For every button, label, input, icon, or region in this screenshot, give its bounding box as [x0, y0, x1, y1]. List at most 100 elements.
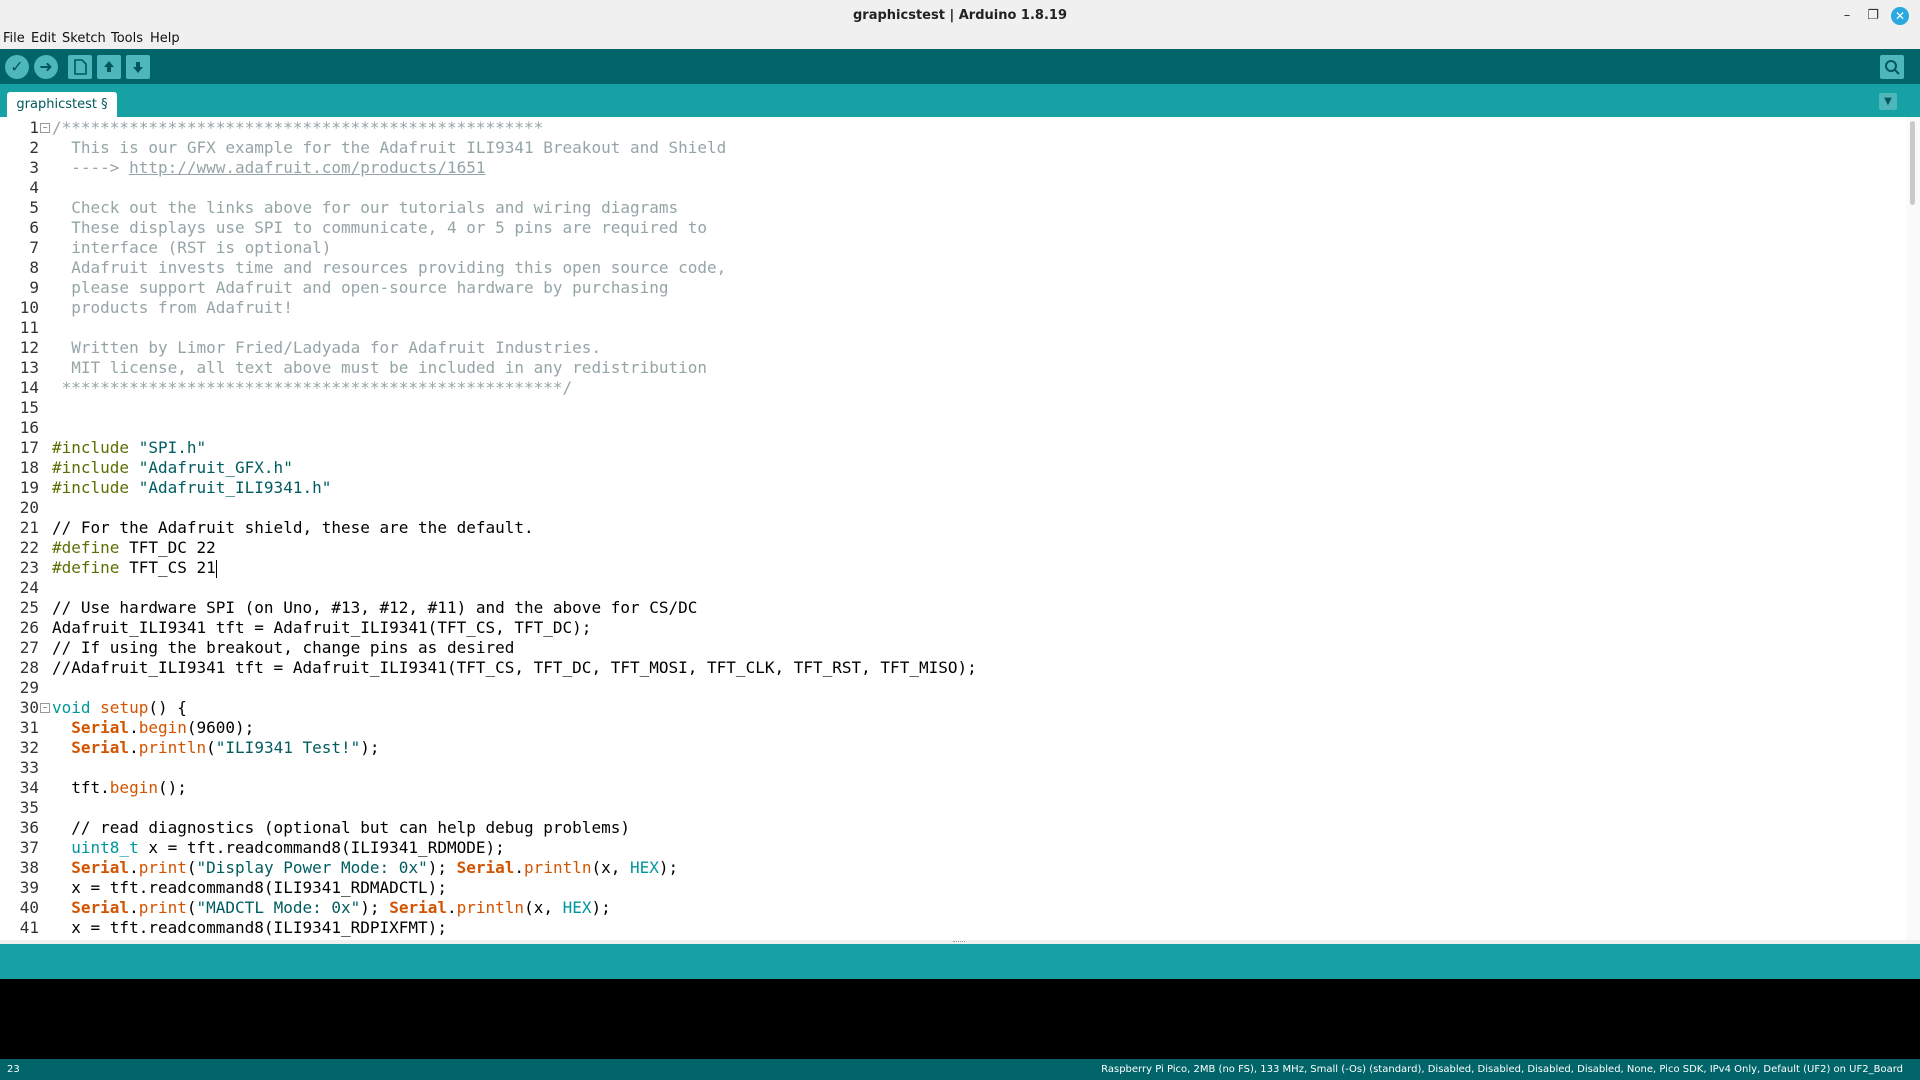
- line-number: 6: [29, 218, 39, 237]
- code-line[interactable]: 38 Serial.print("Display Power Mode: 0x"…: [0, 858, 1900, 878]
- code-line[interactable]: 31 Serial.begin(9600);: [0, 718, 1900, 738]
- code-line[interactable]: 22 #define TFT_DC 22: [0, 538, 1900, 558]
- menu-help[interactable]: Help: [150, 31, 180, 46]
- line-number: 28: [19, 658, 39, 677]
- menu-tools[interactable]: Tools: [111, 31, 143, 46]
- scrollbar-thumb[interactable]: [1910, 121, 1915, 205]
- code-line[interactable]: 36 // read diagnostics (optional but can…: [0, 818, 1900, 838]
- code-line[interactable]: 40 Serial.print("MADCTL Mode: 0x"); Seri…: [0, 898, 1900, 918]
- code-token: This is our GFX example for the Adafruit…: [52, 138, 727, 157]
- minimize-icon[interactable]: –: [1838, 7, 1856, 25]
- code-token: setup: [100, 698, 149, 717]
- line-number: 15: [19, 398, 39, 417]
- verify-icon[interactable]: ✓: [5, 55, 29, 79]
- code-text: x = tft.readcommand8(ILI9341_RDPIXFMT);: [52, 918, 447, 938]
- code-line[interactable]: 12 Written by Limor Fried/Ladyada for Ad…: [0, 338, 1900, 358]
- code-editor[interactable]: 1−/*************************************…: [0, 117, 1920, 940]
- code-line[interactable]: 26 Adafruit_ILI9341 tft = Adafruit_ILI934…: [0, 618, 1900, 638]
- upload-icon[interactable]: ➜: [34, 55, 58, 79]
- serial-monitor-icon[interactable]: [1880, 55, 1904, 79]
- code-text: Serial.print("Display Power Mode: 0x"); …: [52, 858, 678, 878]
- code-line[interactable]: 15: [0, 398, 1900, 418]
- code-line[interactable]: 10 products from Adafruit!: [0, 298, 1900, 318]
- code-line[interactable]: 41 x = tft.readcommand8(ILI9341_RDPIXFMT…: [0, 918, 1900, 938]
- code-line[interactable]: 20: [0, 498, 1900, 518]
- vertical-scrollbar[interactable]: [1906, 117, 1920, 940]
- code-line[interactable]: 6 These displays use SPI to communicate,…: [0, 218, 1900, 238]
- code-line[interactable]: 30− void setup() {: [0, 698, 1900, 718]
- code-text: products from Adafruit!: [52, 298, 293, 318]
- fold-toggle-icon[interactable]: −: [40, 703, 50, 713]
- line-number: 14: [19, 378, 39, 397]
- code-text: #include "Adafruit_ILI9341.h": [52, 478, 331, 498]
- code-text: /***************************************…: [52, 118, 543, 138]
- code-line[interactable]: 18 #include "Adafruit_GFX.h": [0, 458, 1900, 478]
- line-number: 20: [19, 498, 39, 517]
- status-bar: 23 Raspberry Pi Pico, 2MB (no FS), 133 M…: [0, 1059, 1920, 1080]
- code-line[interactable]: 23 #define TFT_CS 21: [0, 558, 1900, 578]
- code-line[interactable]: 16: [0, 418, 1900, 438]
- code-token: void: [52, 698, 91, 717]
- code-token: products from Adafruit!: [52, 298, 293, 317]
- restore-icon[interactable]: ❐: [1864, 7, 1882, 25]
- code-line[interactable]: 7 interface (RST is optional): [0, 238, 1900, 258]
- line-number: 8: [29, 258, 39, 277]
- code-token: // If using the breakout, change pins as…: [52, 638, 515, 657]
- new-icon[interactable]: [68, 55, 92, 79]
- code-line[interactable]: 5 Check out the links above for our tuto…: [0, 198, 1900, 218]
- code-token: (: [186, 898, 197, 917]
- code-line[interactable]: 37 uint8_t x = tft.readcommand8(ILI9341_…: [0, 838, 1900, 858]
- menu-edit[interactable]: Edit: [31, 31, 56, 46]
- code-line[interactable]: 14 *************************************…: [0, 378, 1900, 398]
- code-line[interactable]: 8 Adafruit invests time and resources pr…: [0, 258, 1900, 278]
- code-token: .: [514, 858, 525, 877]
- cursor-line-number: 23: [7, 1064, 20, 1075]
- code-link[interactable]: http://www.adafruit.com/products/1651: [129, 158, 485, 177]
- code-token: Serial: [456, 858, 515, 877]
- code-line[interactable]: 32 Serial.println("ILI9341 Test!");: [0, 738, 1900, 758]
- tab-graphicstest[interactable]: graphicstest §: [7, 92, 117, 117]
- code-token: These displays use SPI to communicate, 4…: [52, 218, 708, 237]
- save-icon[interactable]: [126, 55, 150, 79]
- code-line[interactable]: 3 ----> http://www.adafruit.com/products…: [0, 158, 1900, 178]
- code-token: (9600);: [186, 718, 255, 737]
- chevron-down-icon[interactable]: ▼: [1879, 93, 1897, 110]
- code-token: tft.: [52, 778, 110, 797]
- code-line[interactable]: 21 // For the Adafruit shield, these are …: [0, 518, 1900, 538]
- code-line[interactable]: 29: [0, 678, 1900, 698]
- code-token: );: [591, 898, 611, 917]
- code-line[interactable]: 27 // If using the breakout, change pins …: [0, 638, 1900, 658]
- text-cursor: [215, 559, 217, 578]
- close-icon[interactable]: ✕: [1891, 7, 1909, 25]
- code-line[interactable]: 35: [0, 798, 1900, 818]
- message-area: [0, 944, 1920, 979]
- code-text: // Use hardware SPI (on Uno, #13, #12, #…: [52, 598, 697, 618]
- code-line[interactable]: 25 // Use hardware SPI (on Uno, #13, #12,…: [0, 598, 1900, 618]
- code-line[interactable]: 1−/*************************************…: [0, 118, 1900, 138]
- code-token: #include: [52, 438, 130, 457]
- code-token: (: [206, 738, 216, 757]
- fold-toggle-icon[interactable]: −: [40, 123, 50, 133]
- code-line[interactable]: 13 MIT license, all text above must be i…: [0, 358, 1900, 378]
- line-number: 21: [19, 518, 39, 537]
- code-line[interactable]: 17 #include "SPI.h": [0, 438, 1900, 458]
- code-line[interactable]: 24: [0, 578, 1900, 598]
- code-line[interactable]: 39 x = tft.readcommand8(ILI9341_RDMADCTL…: [0, 878, 1900, 898]
- code-token: HEX: [562, 898, 592, 917]
- code-line[interactable]: 28 //Adafruit_ILI9341 tft = Adafruit_ILI9…: [0, 658, 1900, 678]
- line-number: 41: [19, 918, 39, 937]
- code-line[interactable]: 11: [0, 318, 1900, 338]
- console-output[interactable]: [0, 979, 1920, 1059]
- menu-sketch[interactable]: Sketch: [62, 31, 106, 46]
- code-line[interactable]: 4: [0, 178, 1900, 198]
- line-number: 5: [29, 198, 39, 217]
- line-number: 9: [29, 278, 39, 297]
- code-line[interactable]: 19 #include "Adafruit_ILI9341.h": [0, 478, 1900, 498]
- menu-file[interactable]: File: [3, 31, 25, 46]
- code-token: TFT_DC 22: [119, 538, 216, 557]
- code-line[interactable]: 34 tft.begin();: [0, 778, 1900, 798]
- open-icon[interactable]: [97, 55, 121, 79]
- code-line[interactable]: 33: [0, 758, 1900, 778]
- code-line[interactable]: 9 please support Adafruit and open-sourc…: [0, 278, 1900, 298]
- code-line[interactable]: 2 This is our GFX example for the Adafru…: [0, 138, 1900, 158]
